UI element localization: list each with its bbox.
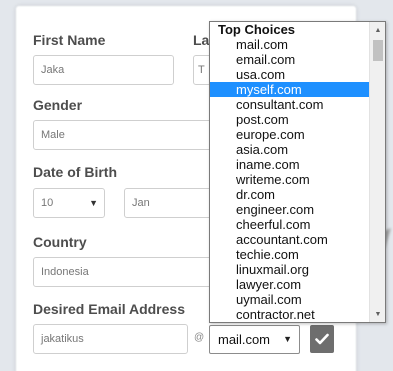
email-domain-dropdown-list[interactable]: Top Choices mail.com email.com usa.com myse… xyxy=(209,21,386,323)
scrollbar-thumb[interactable] xyxy=(373,40,383,61)
dob-month-select[interactable]: Jan xyxy=(124,188,214,218)
email-domain-select[interactable]: mail.com ▼ xyxy=(209,325,300,354)
dropdown-scrollbar[interactable]: ▲ ▼ xyxy=(369,22,385,322)
dropdown-option[interactable]: uymail.com xyxy=(210,292,385,307)
dropdown-option[interactable]: mail.com xyxy=(210,37,385,52)
chevron-up-icon[interactable]: ▲ xyxy=(370,22,385,38)
dropdown-option[interactable]: lawyer.com xyxy=(210,277,385,292)
chevron-down-icon: ▼ xyxy=(283,334,292,344)
dob-month-value: Jan xyxy=(132,197,150,209)
option-group-label: Top Choices xyxy=(218,22,296,37)
dropdown-option[interactable]: accountant.com xyxy=(210,232,385,247)
dropdown-option[interactable]: post.com xyxy=(210,112,385,127)
dropdown-option[interactable]: cheerful.com xyxy=(210,217,385,232)
email-username-input[interactable]: jakatikus xyxy=(33,324,188,354)
email-domain-value: mail.com xyxy=(218,332,271,347)
first-name-label: First Name xyxy=(33,32,106,48)
country-value: Indonesia xyxy=(41,266,89,278)
dropdown-option[interactable]: email.com xyxy=(210,52,385,67)
option-list: mail.com email.com usa.com myself.com consul… xyxy=(210,37,385,322)
dropdown-option[interactable]: europe.com xyxy=(210,127,385,142)
dropdown-option[interactable]: consultant.com xyxy=(210,97,385,112)
chevron-down-icon: ▼ xyxy=(89,198,98,208)
submit-check-button[interactable] xyxy=(310,325,334,353)
dropdown-option[interactable]: writeme.com xyxy=(210,172,385,187)
dropdown-option[interactable]: iname.com xyxy=(210,157,385,172)
dropdown-option[interactable]: usa.com xyxy=(210,67,385,82)
at-sign: @ xyxy=(194,332,205,343)
dropdown-option[interactable]: asia.com xyxy=(210,142,385,157)
last-name-label: La xyxy=(193,32,210,48)
dropdown-option[interactable]: techie.com xyxy=(210,247,385,262)
dropdown-option[interactable]: linuxmail.org xyxy=(210,262,385,277)
dropdown-option[interactable]: contractor.net xyxy=(210,307,385,322)
check-icon xyxy=(315,333,329,345)
first-name-field[interactable]: Jaka xyxy=(33,55,174,85)
dob-day-value: 10 xyxy=(41,197,54,209)
dob-label: Date of Birth xyxy=(33,164,117,180)
gender-select[interactable]: Male xyxy=(33,120,213,150)
dropdown-option[interactable]: dr.com xyxy=(210,187,385,202)
dropdown-option[interactable]: myself.com xyxy=(210,82,385,97)
dob-day-select[interactable]: 10 ▼ xyxy=(33,188,105,218)
country-label: Country xyxy=(33,234,87,250)
chevron-down-icon[interactable]: ▼ xyxy=(370,306,385,322)
gender-label: Gender xyxy=(33,97,83,113)
gender-value: Male xyxy=(41,129,65,141)
dropdown-option[interactable]: engineer.com xyxy=(210,202,385,217)
country-select[interactable]: Indonesia xyxy=(33,257,213,287)
email-label: Desired Email Address xyxy=(33,301,185,317)
